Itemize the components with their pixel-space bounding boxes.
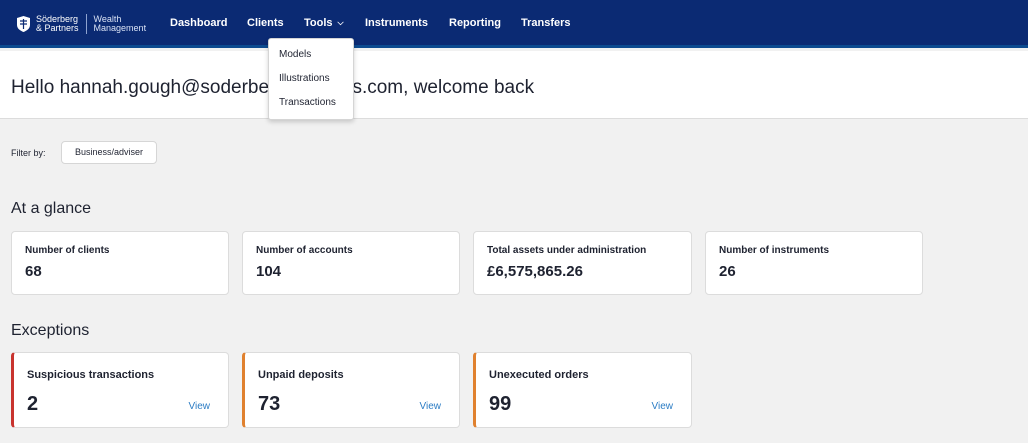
card-number-of-instruments: Number of instruments 26 [705,231,923,295]
nav-reporting[interactable]: Reporting [449,17,501,29]
card-label: Unpaid deposits [258,369,344,381]
crest-icon [17,16,30,32]
filter-label: Filter by: [11,148,46,158]
card-total-assets: Total assets under administration £6,575… [473,231,692,295]
card-value: 2 [27,393,39,415]
tools-dropdown-menu: Models Illustrations Transactions [268,38,354,120]
at-a-glance-heading: At a glance [11,200,92,217]
nav-dashboard[interactable]: Dashboard [170,17,227,29]
nav-instruments[interactable]: Instruments [365,17,428,29]
view-link[interactable]: View [652,401,674,412]
nav-tools-label: Tools [304,17,333,29]
card-label: Number of instruments [719,245,830,256]
card-label: Total assets under administration [487,245,647,256]
card-label: Unexecuted orders [489,369,589,381]
top-navigation-bar: Söderberg & Partners Wealth Management D… [0,0,1028,48]
view-link[interactable]: View [189,401,211,412]
nav-clients[interactable]: Clients [247,17,284,29]
card-label: Number of clients [25,245,110,256]
card-unpaid-deposits: Unpaid deposits 73 View [242,352,460,428]
card-suspicious-transactions: Suspicious transactions 2 View [11,352,229,428]
brand-subtitle: Wealth Management [93,13,147,33]
nav-tools[interactable]: Tools ⌵ [304,17,344,29]
chevron-down-icon: ⌵ [337,18,344,27]
brand-name: Söderberg & Partners [36,13,79,33]
card-label: Number of accounts [256,245,353,256]
card-value: 68 [25,263,42,280]
menu-item-illustrations[interactable]: Illustrations [279,73,330,84]
card-value: 99 [489,393,512,415]
card-value: 26 [719,263,736,280]
exceptions-heading: Exceptions [11,322,90,339]
card-value: 104 [256,263,282,280]
welcome-banner: Hello hannah.gough@soderberg-partners.co… [0,51,1028,119]
card-value: 73 [258,393,281,415]
brand-divider [85,14,87,34]
menu-item-models[interactable]: Models [279,49,311,60]
brand-logo[interactable]: Söderberg & Partners Wealth Management [16,13,146,35]
card-value: £6,575,865.26 [487,263,583,280]
filter-business-adviser-button[interactable]: Business/adviser [61,141,157,164]
menu-item-transactions[interactable]: Transactions [279,97,336,108]
card-label: Suspicious transactions [27,369,155,381]
card-number-of-clients: Number of clients 68 [11,231,229,295]
card-unexecuted-orders: Unexecuted orders 99 View [473,352,692,428]
card-number-of-accounts: Number of accounts 104 [242,231,460,295]
nav-transfers[interactable]: Transfers [521,17,571,29]
view-link[interactable]: View [420,401,442,412]
